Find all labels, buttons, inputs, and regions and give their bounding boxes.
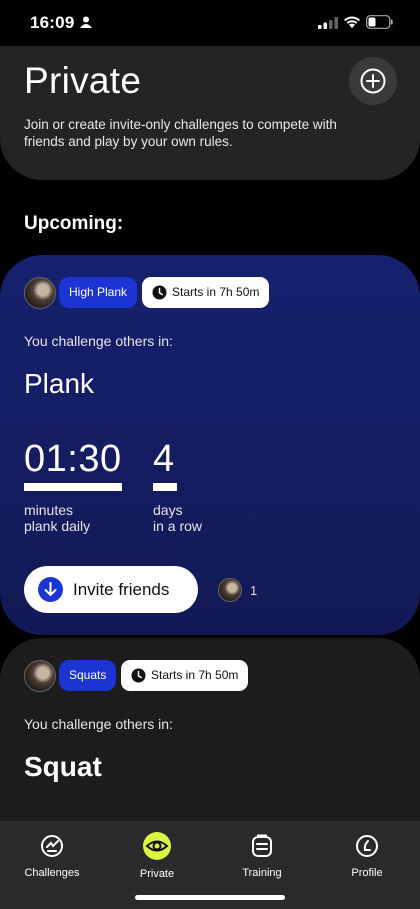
person-icon xyxy=(80,16,92,28)
start-time-badge: Starts in 7h 50m xyxy=(121,660,249,691)
eye-icon xyxy=(143,832,171,860)
invite-friends-button[interactable]: Invite friends xyxy=(24,566,198,613)
challenges-icon xyxy=(41,835,63,857)
avatar xyxy=(24,660,56,692)
challenge-tag: Squats xyxy=(59,660,117,691)
participant-count: 1 xyxy=(250,583,258,598)
duration-desc: plank daily xyxy=(24,518,91,534)
start-time-text: Starts in 7h 50m xyxy=(172,285,260,299)
tab-challenges[interactable]: Challenges xyxy=(7,833,97,879)
invite-friends-label: Invite friends xyxy=(73,580,170,599)
tab-private[interactable]: Private xyxy=(112,832,202,880)
tab-label: Challenges xyxy=(24,867,80,879)
profile-icon xyxy=(356,835,378,857)
status-time: 16:09 xyxy=(30,13,75,32)
challenge-tag: High Plank xyxy=(59,277,138,308)
status-bar: 16:09 xyxy=(0,0,420,46)
clock-icon xyxy=(152,285,167,300)
challenge-intro: You challenge others in: xyxy=(24,333,173,349)
exercise-name: Squat xyxy=(24,751,102,782)
tab-label: Private xyxy=(139,868,175,880)
duration-value: 01:30 xyxy=(24,438,122,480)
avatar xyxy=(24,277,56,309)
days-label: days in a row xyxy=(153,502,202,534)
days-unit: days xyxy=(153,502,183,518)
arrow-down-icon xyxy=(38,577,63,602)
battery-icon xyxy=(366,15,393,29)
days-value: 4 xyxy=(153,438,175,480)
duration-underline xyxy=(24,483,122,491)
page-title: Private xyxy=(24,60,142,101)
participant-avatar xyxy=(218,578,242,602)
tab-label: Profile xyxy=(351,867,383,879)
duration-unit: minutes xyxy=(24,502,74,518)
plus-circle-icon xyxy=(360,68,386,94)
start-time-text: Starts in 7h 50m xyxy=(151,668,239,682)
tab-profile[interactable]: Profile xyxy=(322,833,412,879)
create-challenge-button[interactable] xyxy=(349,57,397,105)
page-description: Join or create invite-only challenges to… xyxy=(24,117,337,149)
days-desc: in a row xyxy=(153,518,203,534)
days-underline xyxy=(153,483,177,491)
clock-icon xyxy=(131,668,146,683)
duration-label: minutes plank daily xyxy=(24,502,90,534)
clipboard-icon xyxy=(252,834,272,857)
challenge-intro: You challenge others in: xyxy=(24,716,173,732)
start-time-badge: Starts in 7h 50m xyxy=(142,277,270,308)
wifi-icon xyxy=(344,16,360,28)
exercise-name: Plank xyxy=(24,368,95,399)
challenge-card[interactable]: High Plank Starts in 7h 50m You challeng… xyxy=(0,255,420,635)
tab-label: Training xyxy=(242,867,282,879)
signal-icon xyxy=(318,17,338,29)
tab-training[interactable]: Training xyxy=(217,833,307,879)
home-indicator[interactable] xyxy=(135,895,285,900)
section-label-upcoming: Upcoming: xyxy=(24,213,124,234)
header-card: Private Join or create invite-only chall… xyxy=(0,46,420,180)
